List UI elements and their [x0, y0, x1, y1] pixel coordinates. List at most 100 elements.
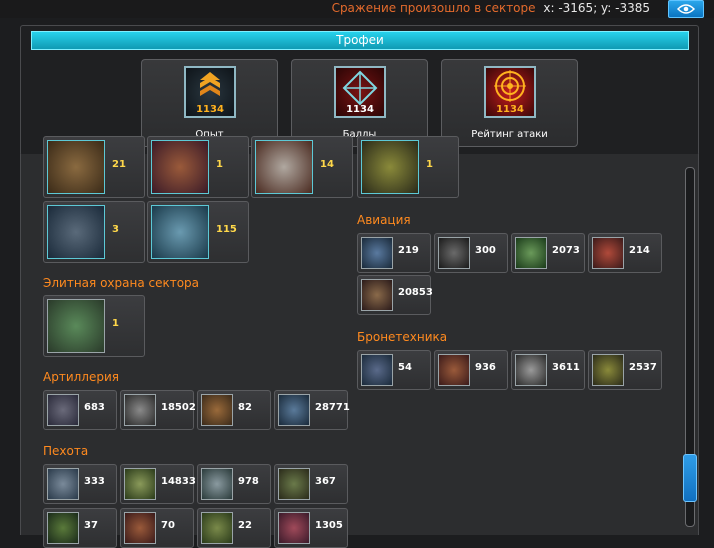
trophy-label: Рейтинг атаки [471, 129, 548, 140]
view-toggle-button[interactable] [668, 0, 704, 18]
unit-count: 1 [112, 318, 119, 329]
unit-count: 28771 [315, 402, 350, 413]
unit-count: 20853 [398, 287, 433, 298]
unit-card[interactable]: 22 [197, 508, 271, 548]
unit-count: 37 [84, 520, 98, 531]
battle-info-bar: Сражение произошло в секторе x: -3165; y… [0, 0, 714, 18]
battle-coords: x: -3165; y: -3385 [543, 1, 650, 15]
unit-card[interactable]: 115 [147, 201, 249, 263]
unit-thumbnail [47, 512, 79, 544]
unit-count: 3611 [552, 362, 580, 373]
eye-icon [677, 4, 695, 14]
unit-card[interactable]: 978 [197, 464, 271, 504]
diamond-icon: 1134 [334, 66, 386, 118]
unit-card[interactable]: 936 [434, 350, 508, 390]
unit-count: 219 [398, 245, 419, 256]
unit-card[interactable]: 14 [251, 136, 353, 198]
battle-message: Сражение произошло в секторе [331, 1, 536, 15]
trophy-value: 1134 [196, 104, 224, 115]
trophy-experience[interactable]: 1134 Опыт [141, 59, 278, 147]
unit-thumbnail [47, 140, 105, 194]
unit-card[interactable]: 2537 [588, 350, 662, 390]
unit-count: 2073 [552, 245, 580, 256]
unit-count: 14833 [161, 476, 196, 487]
unit-count: 18502 [161, 402, 196, 413]
unit-card[interactable]: 3 [43, 201, 145, 263]
unit-count: 115 [216, 224, 237, 235]
unit-count: 367 [315, 476, 336, 487]
unit-thumbnail [47, 394, 79, 426]
section-title-armor: Бронетехника [357, 330, 448, 344]
unit-thumbnail [438, 354, 470, 386]
unit-thumbnail [124, 468, 156, 500]
unit-card[interactable]: 1305 [274, 508, 348, 548]
unit-count: 14 [320, 159, 334, 170]
unit-thumbnail [47, 299, 105, 353]
unit-card[interactable]: 14833 [120, 464, 196, 504]
unit-card[interactable]: 214 [588, 233, 662, 273]
unit-count: 54 [398, 362, 412, 373]
unit-count: 21 [112, 159, 126, 170]
unit-thumbnail [278, 468, 310, 500]
trophy-attack-rating[interactable]: 1134 Рейтинг атаки [441, 59, 578, 147]
unit-thumbnail [151, 140, 209, 194]
unit-thumbnail [201, 512, 233, 544]
unit-card[interactable]: 37 [43, 508, 117, 548]
unit-card[interactable]: 2073 [511, 233, 585, 273]
unit-thumbnail [255, 140, 313, 194]
unit-count: 1 [216, 159, 223, 170]
unit-count: 1 [426, 159, 433, 170]
unit-card[interactable]: 70 [120, 508, 194, 548]
unit-thumbnail [515, 237, 547, 269]
unit-count: 978 [238, 476, 259, 487]
unit-count: 2537 [629, 362, 657, 373]
trophy-points[interactable]: 1134 Баллы [291, 59, 428, 147]
battle-location-text: Сражение произошло в секторе x: -3165; y… [332, 0, 650, 16]
unit-count: 936 [475, 362, 496, 373]
unit-card[interactable]: 21 [43, 136, 145, 198]
trophy-value: 1134 [496, 104, 524, 115]
unit-thumbnail [515, 354, 547, 386]
unit-thumbnail [201, 468, 233, 500]
scrollbar-thumb[interactable] [683, 454, 697, 502]
section-title-artillery: Артиллерия [43, 370, 119, 384]
unit-card[interactable]: 28771 [274, 390, 350, 430]
unit-thumbnail [151, 205, 209, 259]
unit-thumbnail [47, 205, 105, 259]
unit-count: 3 [112, 224, 119, 235]
unit-thumbnail [361, 279, 393, 311]
unit-count: 22 [238, 520, 252, 531]
unit-count: 1305 [315, 520, 343, 531]
unit-thumbnail [361, 140, 419, 194]
unit-card[interactable]: 82 [197, 390, 271, 430]
unit-thumbnail [124, 512, 156, 544]
target-icon: 1134 [484, 66, 536, 118]
unit-card[interactable]: 683 [43, 390, 117, 430]
unit-thumbnail [124, 394, 156, 426]
trophies-header: Трофеи [31, 31, 689, 50]
unit-card[interactable]: 1 [43, 295, 145, 357]
unit-card[interactable]: 3611 [511, 350, 585, 390]
section-title-elite: Элитная охрана сектора [43, 276, 200, 290]
unit-count: 82 [238, 402, 252, 413]
unit-card[interactable]: 20853 [357, 275, 433, 315]
unit-thumbnail [438, 237, 470, 269]
unit-card[interactable]: 219 [357, 233, 431, 273]
unit-thumbnail [361, 237, 393, 269]
unit-card[interactable]: 1 [147, 136, 249, 198]
unit-thumbnail [592, 237, 624, 269]
unit-thumbnail [201, 394, 233, 426]
unit-card[interactable]: 333 [43, 464, 117, 504]
unit-thumbnail [361, 354, 393, 386]
unit-thumbnail [47, 468, 79, 500]
unit-card[interactable]: 54 [357, 350, 431, 390]
unit-card[interactable]: 1 [357, 136, 459, 198]
unit-card[interactable]: 300 [434, 233, 508, 273]
unit-count: 333 [84, 476, 105, 487]
unit-thumbnail [278, 394, 310, 426]
unit-card[interactable]: 367 [274, 464, 348, 504]
unit-card[interactable]: 18502 [120, 390, 196, 430]
section-title-aviation: Авиация [357, 213, 411, 227]
unit-count: 300 [475, 245, 496, 256]
unit-count: 70 [161, 520, 175, 531]
